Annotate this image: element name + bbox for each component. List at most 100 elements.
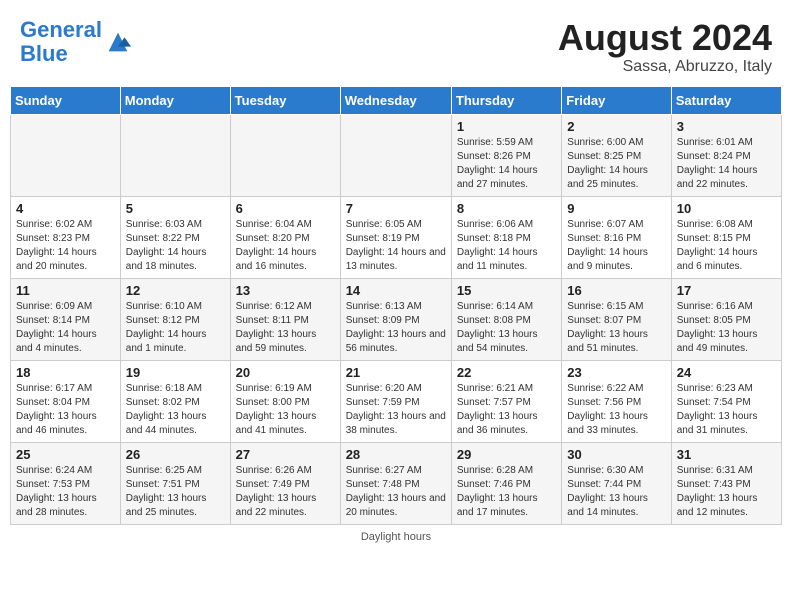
day-number: 24 — [677, 365, 776, 380]
day-info: Sunrise: 6:13 AM Sunset: 8:09 PM Dayligh… — [346, 300, 446, 356]
day-number: 17 — [677, 283, 776, 298]
footer-note: Daylight hours — [10, 531, 782, 543]
calendar-cell: 13 Sunrise: 6:12 AM Sunset: 8:11 PM Dayli… — [230, 278, 340, 360]
page-header: GeneralBlue August 2024 Sassa, Abruzzo, … — [10, 10, 782, 82]
day-info: Sunrise: 6:01 AM Sunset: 8:24 PM Dayligh… — [677, 136, 776, 192]
calendar-cell: 6 Sunrise: 6:04 AM Sunset: 8:20 PM Daylig… — [230, 196, 340, 278]
col-header-friday: Friday — [562, 86, 671, 114]
logo-text: GeneralBlue — [20, 18, 102, 66]
day-number: 5 — [126, 201, 225, 216]
calendar-cell: 20 Sunrise: 6:19 AM Sunset: 8:00 PM Dayli… — [230, 360, 340, 442]
day-number: 21 — [346, 365, 446, 380]
day-info: Sunrise: 6:28 AM Sunset: 7:46 PM Dayligh… — [457, 464, 556, 520]
day-info: Sunrise: 6:10 AM Sunset: 8:12 PM Dayligh… — [126, 300, 225, 356]
day-info: Sunrise: 6:18 AM Sunset: 8:02 PM Dayligh… — [126, 382, 225, 438]
day-info: Sunrise: 6:20 AM Sunset: 7:59 PM Dayligh… — [346, 382, 446, 438]
week-row-1: 1 Sunrise: 5:59 AM Sunset: 8:26 PM Daylig… — [11, 114, 782, 196]
calendar-cell: 21 Sunrise: 6:20 AM Sunset: 7:59 PM Dayli… — [340, 360, 451, 442]
calendar-cell: 31 Sunrise: 6:31 AM Sunset: 7:43 PM Dayli… — [671, 442, 781, 524]
calendar-cell: 9 Sunrise: 6:07 AM Sunset: 8:16 PM Daylig… — [562, 196, 671, 278]
day-info: Sunrise: 6:05 AM Sunset: 8:19 PM Dayligh… — [346, 218, 446, 274]
day-info: Sunrise: 6:02 AM Sunset: 8:23 PM Dayligh… — [16, 218, 115, 274]
day-number: 13 — [236, 283, 335, 298]
day-info: Sunrise: 6:04 AM Sunset: 8:20 PM Dayligh… — [236, 218, 335, 274]
day-number: 11 — [16, 283, 115, 298]
calendar-table: SundayMondayTuesdayWednesdayThursdayFrid… — [10, 86, 782, 525]
day-info: Sunrise: 6:25 AM Sunset: 7:51 PM Dayligh… — [126, 464, 225, 520]
day-info: Sunrise: 6:15 AM Sunset: 8:07 PM Dayligh… — [567, 300, 665, 356]
day-number: 20 — [236, 365, 335, 380]
day-number: 22 — [457, 365, 556, 380]
calendar-cell: 4 Sunrise: 6:02 AM Sunset: 8:23 PM Daylig… — [11, 196, 121, 278]
calendar-cell: 22 Sunrise: 6:21 AM Sunset: 7:57 PM Dayli… — [451, 360, 561, 442]
day-number: 16 — [567, 283, 665, 298]
day-number: 15 — [457, 283, 556, 298]
day-info: Sunrise: 6:24 AM Sunset: 7:53 PM Dayligh… — [16, 464, 115, 520]
calendar-cell: 16 Sunrise: 6:15 AM Sunset: 8:07 PM Dayli… — [562, 278, 671, 360]
day-number: 26 — [126, 447, 225, 462]
day-number: 29 — [457, 447, 556, 462]
calendar-cell: 15Sunrise: 6:14 AM Sunset: 8:08 PM Dayli… — [451, 278, 561, 360]
day-info: Sunrise: 6:22 AM Sunset: 7:56 PM Dayligh… — [567, 382, 665, 438]
calendar-cell: 26 Sunrise: 6:25 AM Sunset: 7:51 PM Dayli… — [120, 442, 230, 524]
day-number: 31 — [677, 447, 776, 462]
title-block: August 2024 Sassa, Abruzzo, Italy — [558, 18, 772, 76]
day-info: Sunrise: 6:19 AM Sunset: 8:00 PM Dayligh… — [236, 382, 335, 438]
logo-icon — [104, 28, 132, 56]
calendar-cell: 3 Sunrise: 6:01 AM Sunset: 8:24 PM Daylig… — [671, 114, 781, 196]
day-info: Sunrise: 6:09 AM Sunset: 8:14 PM Dayligh… — [16, 300, 115, 356]
day-number: 4 — [16, 201, 115, 216]
day-number: 25 — [16, 447, 115, 462]
calendar-cell: 10 Sunrise: 6:08 AM Sunset: 8:15 PM Dayli… — [671, 196, 781, 278]
calendar-cell: 12 Sunrise: 6:10 AM Sunset: 8:12 PM Dayli… — [120, 278, 230, 360]
day-number: 19 — [126, 365, 225, 380]
week-row-5: 25 Sunrise: 6:24 AM Sunset: 7:53 PM Dayli… — [11, 442, 782, 524]
calendar-cell: 7 Sunrise: 6:05 AM Sunset: 8:19 PM Daylig… — [340, 196, 451, 278]
logo: GeneralBlue — [20, 18, 132, 66]
day-info: Sunrise: 6:27 AM Sunset: 7:48 PM Dayligh… — [346, 464, 446, 520]
calendar-cell: 19 Sunrise: 6:18 AM Sunset: 8:02 PM Dayli… — [120, 360, 230, 442]
calendar-cell: 8Sunrise: 6:06 AM Sunset: 8:18 PM Daylig… — [451, 196, 561, 278]
day-info: Sunrise: 6:07 AM Sunset: 8:16 PM Dayligh… — [567, 218, 665, 274]
col-header-monday: Monday — [120, 86, 230, 114]
calendar-cell — [340, 114, 451, 196]
calendar-cell: 25 Sunrise: 6:24 AM Sunset: 7:53 PM Dayli… — [11, 442, 121, 524]
day-info: Sunrise: 5:59 AM Sunset: 8:26 PM Dayligh… — [457, 136, 556, 192]
day-info: Sunrise: 6:12 AM Sunset: 8:11 PM Dayligh… — [236, 300, 335, 356]
day-number: 2 — [567, 119, 665, 134]
day-number: 9 — [567, 201, 665, 216]
calendar-cell: 29 Sunrise: 6:28 AM Sunset: 7:46 PM Dayli… — [451, 442, 561, 524]
day-number: 10 — [677, 201, 776, 216]
calendar-cell: 11 Sunrise: 6:09 AM Sunset: 8:14 PM Dayli… — [11, 278, 121, 360]
day-info: Sunrise: 6:23 AM Sunset: 7:54 PM Dayligh… — [677, 382, 776, 438]
col-header-tuesday: Tuesday — [230, 86, 340, 114]
day-number: 1 — [457, 119, 556, 134]
calendar-cell: 23 Sunrise: 6:22 AM Sunset: 7:56 PM Dayli… — [562, 360, 671, 442]
day-number: 18 — [16, 365, 115, 380]
day-info: Sunrise: 6:08 AM Sunset: 8:15 PM Dayligh… — [677, 218, 776, 274]
day-number: 14 — [346, 283, 446, 298]
day-number: 6 — [236, 201, 335, 216]
day-number: 23 — [567, 365, 665, 380]
day-info: Sunrise: 6:21 AM Sunset: 7:57 PM Dayligh… — [457, 382, 556, 438]
calendar-cell: 5Sunrise: 6:03 AM Sunset: 8:22 PM Daylig… — [120, 196, 230, 278]
day-info: Sunrise: 6:17 AM Sunset: 8:04 PM Dayligh… — [16, 382, 115, 438]
calendar-cell — [120, 114, 230, 196]
day-info: Sunrise: 6:31 AM Sunset: 7:43 PM Dayligh… — [677, 464, 776, 520]
calendar-cell: 27Sunrise: 6:26 AM Sunset: 7:49 PM Dayli… — [230, 442, 340, 524]
month-year: August 2024 — [558, 18, 772, 58]
day-number: 7 — [346, 201, 446, 216]
day-info: Sunrise: 6:30 AM Sunset: 7:44 PM Dayligh… — [567, 464, 665, 520]
day-info: Sunrise: 6:00 AM Sunset: 8:25 PM Dayligh… — [567, 136, 665, 192]
calendar-header: SundayMondayTuesdayWednesdayThursdayFrid… — [11, 86, 782, 114]
calendar-cell: 18 Sunrise: 6:17 AM Sunset: 8:04 PM Dayli… — [11, 360, 121, 442]
col-header-thursday: Thursday — [451, 86, 561, 114]
calendar-cell — [11, 114, 121, 196]
calendar-cell — [230, 114, 340, 196]
week-row-2: 4 Sunrise: 6:02 AM Sunset: 8:23 PM Daylig… — [11, 196, 782, 278]
day-number: 3 — [677, 119, 776, 134]
calendar-cell: 2 Sunrise: 6:00 AM Sunset: 8:25 PM Daylig… — [562, 114, 671, 196]
day-number: 12 — [126, 283, 225, 298]
calendar-cell: 28Sunrise: 6:27 AM Sunset: 7:48 PM Dayli… — [340, 442, 451, 524]
location: Sassa, Abruzzo, Italy — [558, 58, 772, 76]
